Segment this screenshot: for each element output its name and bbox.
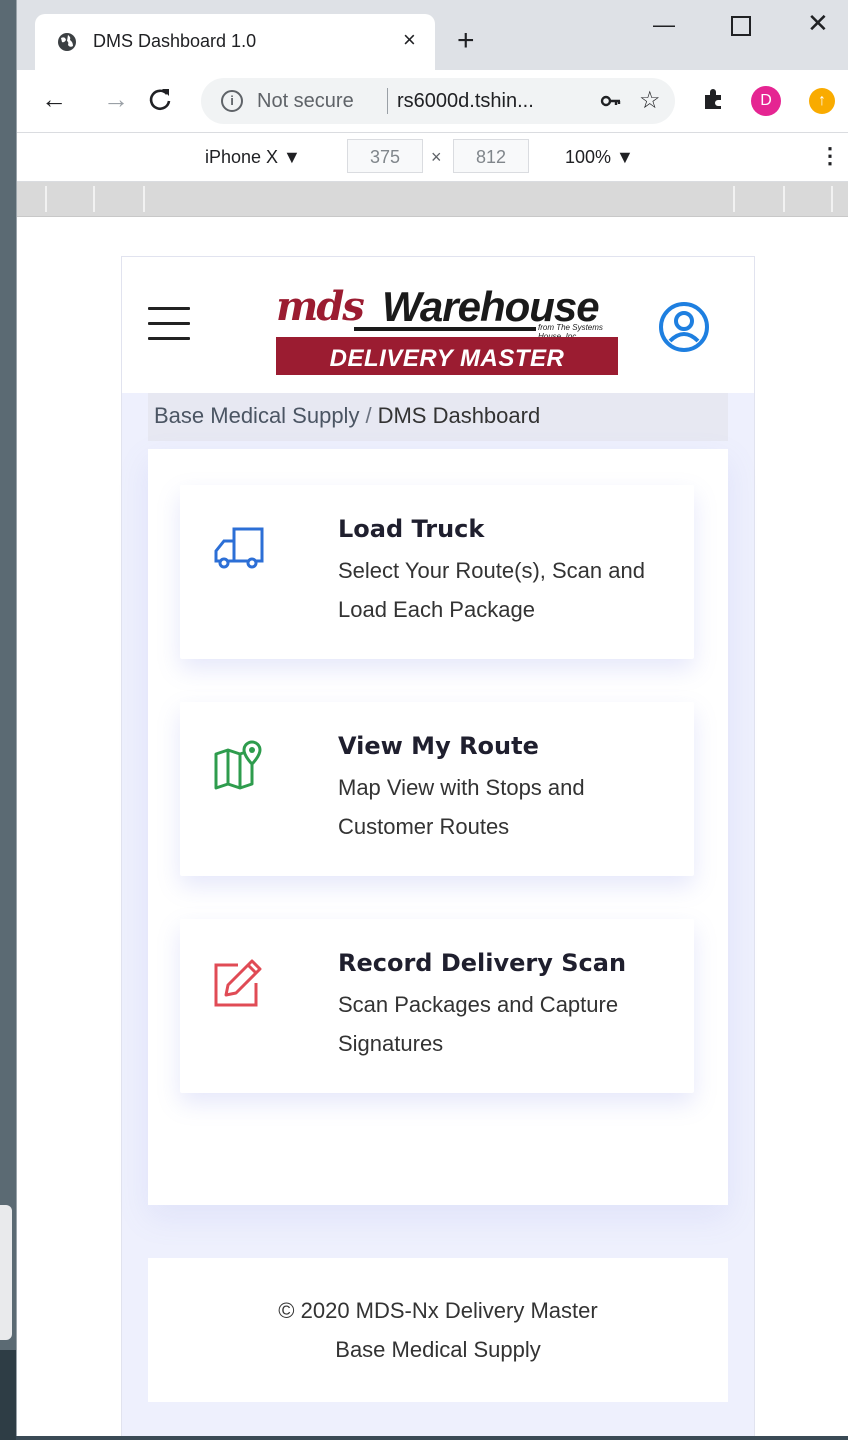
footer-copyright: © 2020 MDS-Nx Delivery Master xyxy=(278,1298,598,1323)
browser-toolbar: ← → i Not secure rs6000d.tshin... ☆ D ↑ xyxy=(17,70,848,133)
new-tab-button[interactable]: + xyxy=(457,26,475,56)
page-viewport: mds Warehouse from The Systems House, In… xyxy=(17,217,848,1436)
card-title: View My Route xyxy=(338,732,539,760)
edit-icon xyxy=(214,959,262,1007)
tab-close-icon[interactable]: × xyxy=(403,28,416,52)
url-text[interactable]: rs6000d.tshin... xyxy=(397,90,534,113)
logo-underline xyxy=(354,327,536,331)
logo-mds-text: mds xyxy=(276,283,365,330)
title-bar: DMS Dashboard 1.0 × + — ✕ xyxy=(17,0,848,70)
dashboard-panel: Load Truck Select Your Route(s), Scan an… xyxy=(148,449,728,1205)
address-bar[interactable]: i Not secure rs6000d.tshin... ☆ xyxy=(201,78,675,124)
card-description: Select Your Route(s), Scan and Load Each… xyxy=(338,558,645,622)
device-width-input[interactable]: 375 xyxy=(347,139,423,173)
ruler-segment[interactable] xyxy=(45,186,47,212)
card-title: Record Delivery Scan xyxy=(338,949,627,977)
logo-banner-text: DELIVERY MASTER xyxy=(329,345,565,372)
breadcrumb-parent-link[interactable]: Base Medical Supply xyxy=(154,403,359,428)
more-options-icon[interactable]: ⋮ xyxy=(819,143,841,169)
device-toolbar: iPhone X ▼ 375 × 812 100% ▼ ⋮ xyxy=(17,133,848,182)
logo-banner: DELIVERY MASTER xyxy=(276,337,618,375)
user-account-icon[interactable] xyxy=(658,301,710,353)
minimize-icon[interactable]: — xyxy=(653,12,675,38)
load-truck-card[interactable]: Load Truck Select Your Route(s), Scan an… xyxy=(180,485,694,659)
browser-window: DMS Dashboard 1.0 × + — ✕ ← → i Not secu… xyxy=(16,0,848,1436)
window-close-icon[interactable]: ✕ xyxy=(807,10,829,36)
map-icon xyxy=(214,740,262,790)
breadcrumb-current: DMS Dashboard xyxy=(377,403,541,428)
key-icon[interactable] xyxy=(599,89,623,113)
forward-icon[interactable]: → xyxy=(103,86,129,112)
breadcrumb-separator: / xyxy=(365,403,372,428)
profile-avatar[interactable]: D xyxy=(751,86,781,116)
view-my-route-card[interactable]: View My Route Map View with Stops and Cu… xyxy=(180,702,694,876)
desktop-taskbar-edge xyxy=(0,1350,16,1440)
device-select[interactable]: iPhone X ▼ xyxy=(205,147,301,168)
update-icon[interactable]: ↑ xyxy=(809,88,835,114)
omnibox-divider xyxy=(387,88,388,114)
bookmark-star-icon[interactable]: ☆ xyxy=(639,86,661,115)
tab-title: DMS Dashboard 1.0 xyxy=(93,31,257,51)
ruler-segment[interactable] xyxy=(831,186,833,212)
hamburger-menu-icon[interactable] xyxy=(148,307,190,341)
ruler-segment[interactable] xyxy=(143,186,145,212)
zoom-select[interactable]: 100% ▼ xyxy=(565,147,634,168)
ruler-segment[interactable] xyxy=(733,186,735,212)
app-logo[interactable]: mds Warehouse from The Systems House, In… xyxy=(276,277,618,375)
browser-tab[interactable]: DMS Dashboard 1.0 × xyxy=(35,14,435,70)
breadcrumb: Base Medical Supply / DMS Dashboard xyxy=(148,393,728,441)
app-header: mds Warehouse from The Systems House, In… xyxy=(122,257,754,393)
globe-icon xyxy=(58,33,76,51)
security-status: Not secure xyxy=(257,90,354,112)
page-footer: © 2020 MDS-Nx Delivery Master Base Medic… xyxy=(148,1258,728,1402)
card-description: Map View with Stops and Customer Routes xyxy=(338,775,585,839)
reload-icon[interactable] xyxy=(147,86,173,112)
dimension-separator: × xyxy=(431,147,442,167)
maximize-icon[interactable] xyxy=(731,16,751,36)
ruler-segment[interactable] xyxy=(783,186,785,212)
record-delivery-scan-card[interactable]: Record Delivery Scan Scan Packages and C… xyxy=(180,919,694,1093)
truck-icon xyxy=(214,527,264,569)
media-query-ruler xyxy=(17,182,848,217)
card-title: Load Truck xyxy=(338,515,485,543)
ruler-segment[interactable] xyxy=(93,186,95,212)
card-description: Scan Packages and Capture Signatures xyxy=(338,992,619,1056)
info-icon[interactable]: i xyxy=(221,90,243,112)
extensions-puzzle-icon[interactable] xyxy=(701,86,727,112)
back-icon[interactable]: ← xyxy=(41,86,67,112)
footer-company: Base Medical Supply xyxy=(335,1337,541,1362)
mobile-app: mds Warehouse from The Systems House, In… xyxy=(121,256,755,1436)
device-height-input[interactable]: 812 xyxy=(453,139,529,173)
desktop-widget xyxy=(0,1205,12,1340)
